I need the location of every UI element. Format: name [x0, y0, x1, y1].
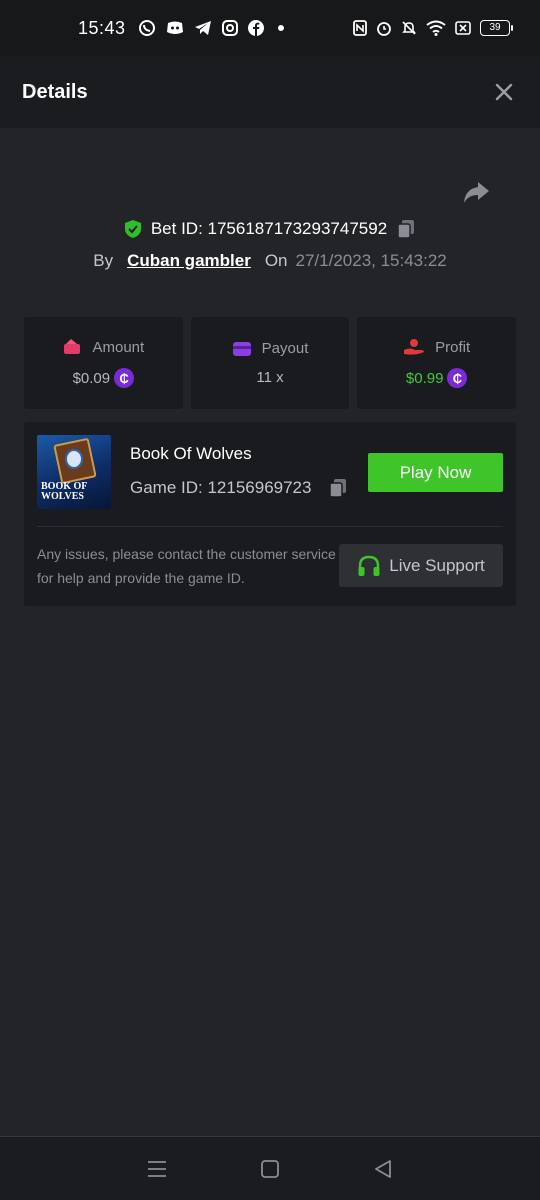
bet-id-row: Bet ID: 1756187173293747592 [0, 214, 540, 244]
bet-date: 27/1/2023, 15:43:22 [295, 251, 447, 270]
game-thumbnail[interactable]: BOOK OF WOLVES [37, 435, 111, 509]
x-box-icon [455, 21, 471, 35]
stat-payout-head: Payout [232, 340, 309, 357]
home-button[interactable] [252, 1151, 288, 1187]
live-support-label: Live Support [389, 555, 485, 575]
details-header: Details [0, 56, 540, 128]
share-icon [464, 182, 489, 203]
recent-apps-button[interactable] [139, 1151, 175, 1187]
discord-icon [166, 21, 183, 34]
profit-hand-icon [404, 339, 425, 355]
stat-profit-label: Profit [435, 338, 471, 356]
headset-icon [358, 555, 380, 576]
copy-icon[interactable] [327, 477, 349, 499]
stat-payout-label: Payout [261, 340, 309, 357]
stat-profit: Profit $0.99 ₵ [357, 317, 517, 409]
support-note: Any issues, please contact the customer … [37, 546, 336, 586]
stat-profit-value: $0.99 [405, 369, 444, 387]
close-icon [495, 83, 513, 101]
bet-stats: Amount $0.09 ₵ Payout 11 x Profit $0.99 … [24, 317, 517, 409]
stat-profit-head: Profit [403, 338, 470, 356]
stat-amount-head: Amount [62, 338, 144, 356]
page-title: Details [22, 80, 88, 103]
close-button[interactable] [490, 78, 518, 106]
bet-id: Bet ID: 1756187173293747592 [150, 219, 388, 238]
on-label: On [264, 251, 288, 270]
whatsapp-icon [138, 20, 155, 36]
coin-icon: ₵ [114, 368, 135, 388]
stat-payout-value: 11 x [256, 369, 284, 386]
back-triangle-icon [375, 1159, 392, 1178]
verified-shield-icon [124, 220, 141, 238]
amount-icon [64, 339, 81, 354]
game-id: Game ID: 12156969723 [130, 478, 312, 497]
system-nav-bar [0, 1136, 540, 1200]
stat-amount-value: $0.09 [72, 369, 111, 387]
coin-icon: ₵ [447, 368, 468, 388]
user-link[interactable]: Cuban gambler [127, 251, 251, 271]
eye-art [65, 449, 83, 469]
game-id-row: Game ID: 12156969723 [130, 477, 349, 499]
live-support-button[interactable]: Live Support [339, 544, 503, 587]
mute-icon [402, 21, 416, 35]
status-time: 15:43 [78, 17, 126, 38]
stat-payout-value-row: 11 x [256, 369, 283, 386]
instagram-icon [221, 20, 238, 36]
status-bar: 15:43 39 [0, 0, 540, 56]
share-button[interactable] [460, 176, 492, 208]
nfc-icon [353, 20, 367, 36]
battery-indicator: 39 [480, 20, 513, 36]
dot-icon [277, 25, 284, 31]
status-app-icons [138, 19, 288, 37]
play-now-button[interactable]: Play Now [368, 453, 503, 492]
stat-payout: Payout 11 x [190, 317, 350, 409]
by-label: By [93, 251, 114, 270]
telegram-icon [194, 21, 211, 35]
divider [37, 526, 503, 527]
alarm-icon [377, 22, 391, 36]
game-card: BOOK OF WOLVES Book Of Wolves Game ID: 1… [24, 422, 516, 606]
status-system-icons: 39 [353, 20, 513, 36]
square-icon [261, 1159, 279, 1178]
copy-icon[interactable] [395, 218, 417, 240]
bet-author-row: By Cuban gambler On 27/1/2023, 15:43:22 [0, 248, 540, 274]
card-icon [232, 341, 251, 356]
facebook-icon [247, 20, 264, 36]
wifi-icon [426, 20, 446, 36]
stat-profit-value-row: $0.99 ₵ [406, 368, 468, 388]
stat-amount-label: Amount [92, 338, 145, 356]
game-name: Book Of Wolves [130, 444, 252, 463]
back-button[interactable] [365, 1151, 401, 1187]
thumbnail-title: BOOK OF WOLVES [41, 481, 88, 502]
stat-amount-value-row: $0.09 ₵ [73, 368, 135, 388]
menu-lines-icon [147, 1160, 166, 1177]
stat-amount: Amount $0.09 ₵ [24, 317, 183, 409]
